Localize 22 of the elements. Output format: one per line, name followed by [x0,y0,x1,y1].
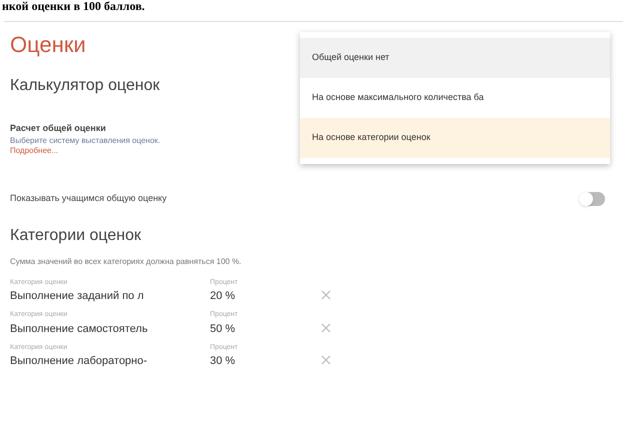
section-heading: Категории оценок [10,226,142,246]
hint-text: Выберите систему выставления оценок. [10,136,160,144]
percent-field[interactable]: 20 % [210,288,320,304]
percent-field[interactable]: 50 % [210,320,320,336]
more-link[interactable]: Подробнее... [10,146,58,154]
toggle-switch[interactable] [579,192,605,206]
note-text: Сумма значений во всех категориях должна равняться 100 %. [10,256,242,268]
menu-item[interactable]: Общей оценки нет [300,38,610,78]
document-text: нкой оценки в 100 баллов. [1,0,146,13]
page-title: Оценки [10,32,86,58]
close-icon[interactable] [320,354,332,366]
menu-item[interactable]: На основе максимального количества ба [300,78,610,118]
category-name-field[interactable]: Выполнение самостоятель [10,320,204,336]
category-name-field[interactable]: Выполнение заданий по л [10,288,204,304]
menu-item[interactable]: На основе категории оценок [300,118,610,158]
field-label: Расчет общей оценки [10,122,107,135]
percent-field[interactable]: 30 % [210,353,320,369]
close-icon[interactable] [320,289,332,301]
toggle-label: Показывать учащимся общую оценку [10,192,167,205]
close-icon[interactable] [320,322,332,334]
category-name-field[interactable]: Выполнение лабораторно- [10,353,204,369]
section-heading: Калькулятор оценок [10,76,160,96]
